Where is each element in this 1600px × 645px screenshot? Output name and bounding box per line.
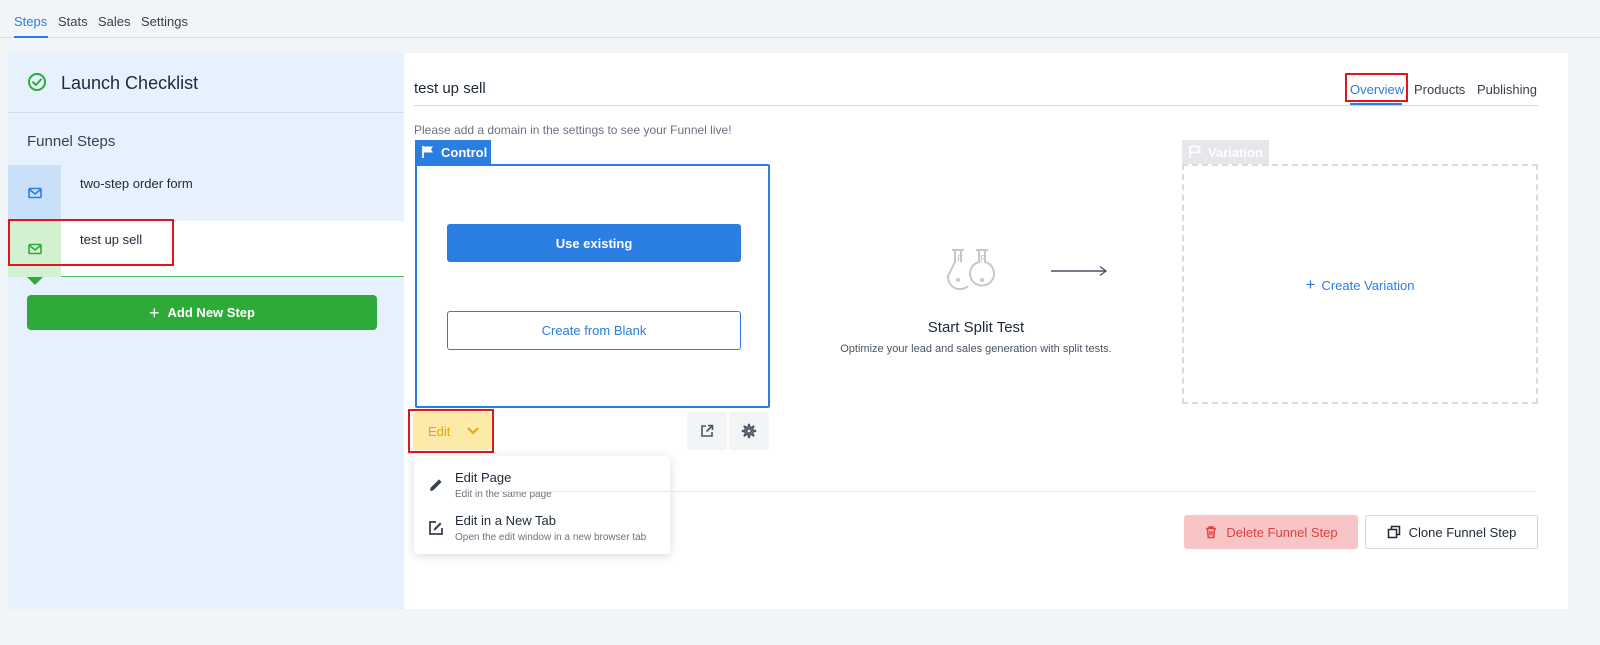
launch-checklist[interactable]: Launch Checklist (8, 53, 404, 113)
funnel-steps-heading: Funnel Steps (27, 133, 116, 150)
menu-item-title: Edit Page (455, 470, 512, 485)
copy-icon (1387, 525, 1400, 539)
funnel-step-item[interactable]: two-step order form (8, 165, 404, 229)
active-tab-indicator (14, 36, 48, 38)
plus-icon: + (149, 302, 160, 323)
gear-icon (741, 423, 757, 439)
create-variation-label: Create Variation (1321, 278, 1415, 293)
highlight-box (8, 219, 174, 266)
trash-icon (1206, 526, 1217, 539)
tab-stats[interactable]: Stats (58, 14, 88, 29)
svg-text:F: F (957, 254, 963, 265)
create-variation-button[interactable]: + Create Variation (1184, 275, 1536, 295)
edit-dropdown-menu: Edit Page Edit in the same page Edit in … (414, 456, 670, 554)
clone-funnel-step-button[interactable]: Clone Funnel Step (1365, 515, 1538, 549)
variation-placeholder-card: + Create Variation (1182, 164, 1538, 404)
tab-sales[interactable]: Sales (98, 14, 131, 29)
split-test-title: Start Split Test (927, 319, 1025, 336)
section-divider (494, 491, 1536, 492)
external-link-icon (701, 424, 714, 437)
variation-tag: Variation (1182, 140, 1269, 164)
step-settings-button[interactable] (729, 412, 769, 450)
page-title: test up sell (414, 80, 486, 97)
create-from-blank-button[interactable]: Create from Blank (447, 311, 741, 350)
main-panel: test up sell Overview Products Publishin… (404, 53, 1568, 609)
tab-steps[interactable]: Steps (14, 14, 47, 29)
split-test-subtitle: Optimize your lead and sales generation … (840, 343, 1112, 355)
arrow-right-icon (1051, 265, 1108, 277)
menu-item-edit-page[interactable]: Edit Page Edit in the same page (414, 462, 670, 506)
check-circle-icon (27, 72, 47, 92)
top-nav: Steps Stats Sales Settings (0, 0, 1600, 38)
add-new-step-button[interactable]: + Add New Step (27, 295, 377, 330)
svg-text:F: F (980, 254, 986, 265)
menu-item-edit-new-tab[interactable]: Edit in a New Tab Open the edit window i… (414, 505, 670, 549)
checklist-title: Launch Checklist (61, 73, 199, 93)
menu-item-title: Edit in a New Tab (455, 513, 556, 528)
funnel-step-label: two-step order form (80, 176, 193, 191)
highlight-box (1345, 73, 1408, 102)
pencil-icon (427, 476, 445, 499)
menu-item-subtitle: Open the edit window in a new browser ta… (455, 532, 647, 543)
tab-settings[interactable]: Settings (141, 14, 188, 29)
edit-external-icon (427, 519, 445, 542)
step-connector (27, 277, 43, 285)
add-step-label: Add New Step (167, 305, 255, 320)
clone-label: Clone Funnel Step (1408, 524, 1517, 540)
active-tab-indicator (1350, 103, 1402, 105)
flag-icon (422, 146, 433, 158)
delete-funnel-step-button[interactable]: Delete Funnel Step (1184, 515, 1358, 549)
highlight-box (408, 409, 494, 453)
variation-label: Variation (1208, 144, 1263, 160)
tab-publishing[interactable]: Publishing (1477, 82, 1537, 97)
control-tag: Control (415, 140, 491, 164)
plus-icon: + (1305, 275, 1316, 294)
use-existing-button[interactable]: Use existing (447, 224, 741, 262)
flag-icon (1189, 145, 1202, 158)
flask-icon: F F (946, 249, 995, 291)
control-variant-card: Use existing Create from Blank (415, 164, 770, 408)
open-external-button[interactable] (687, 412, 727, 450)
sidebar: Launch Checklist Funnel Steps two-step o… (8, 53, 404, 609)
tab-products[interactable]: Products (1414, 82, 1465, 97)
delete-label: Delete Funnel Step (1226, 524, 1338, 540)
control-label: Control (441, 144, 488, 160)
split-test-illustration: F F (944, 246, 1114, 296)
mail-icon (8, 165, 61, 221)
header-divider (414, 105, 1538, 106)
domain-notice: Please add a domain in the settings to s… (414, 123, 732, 137)
